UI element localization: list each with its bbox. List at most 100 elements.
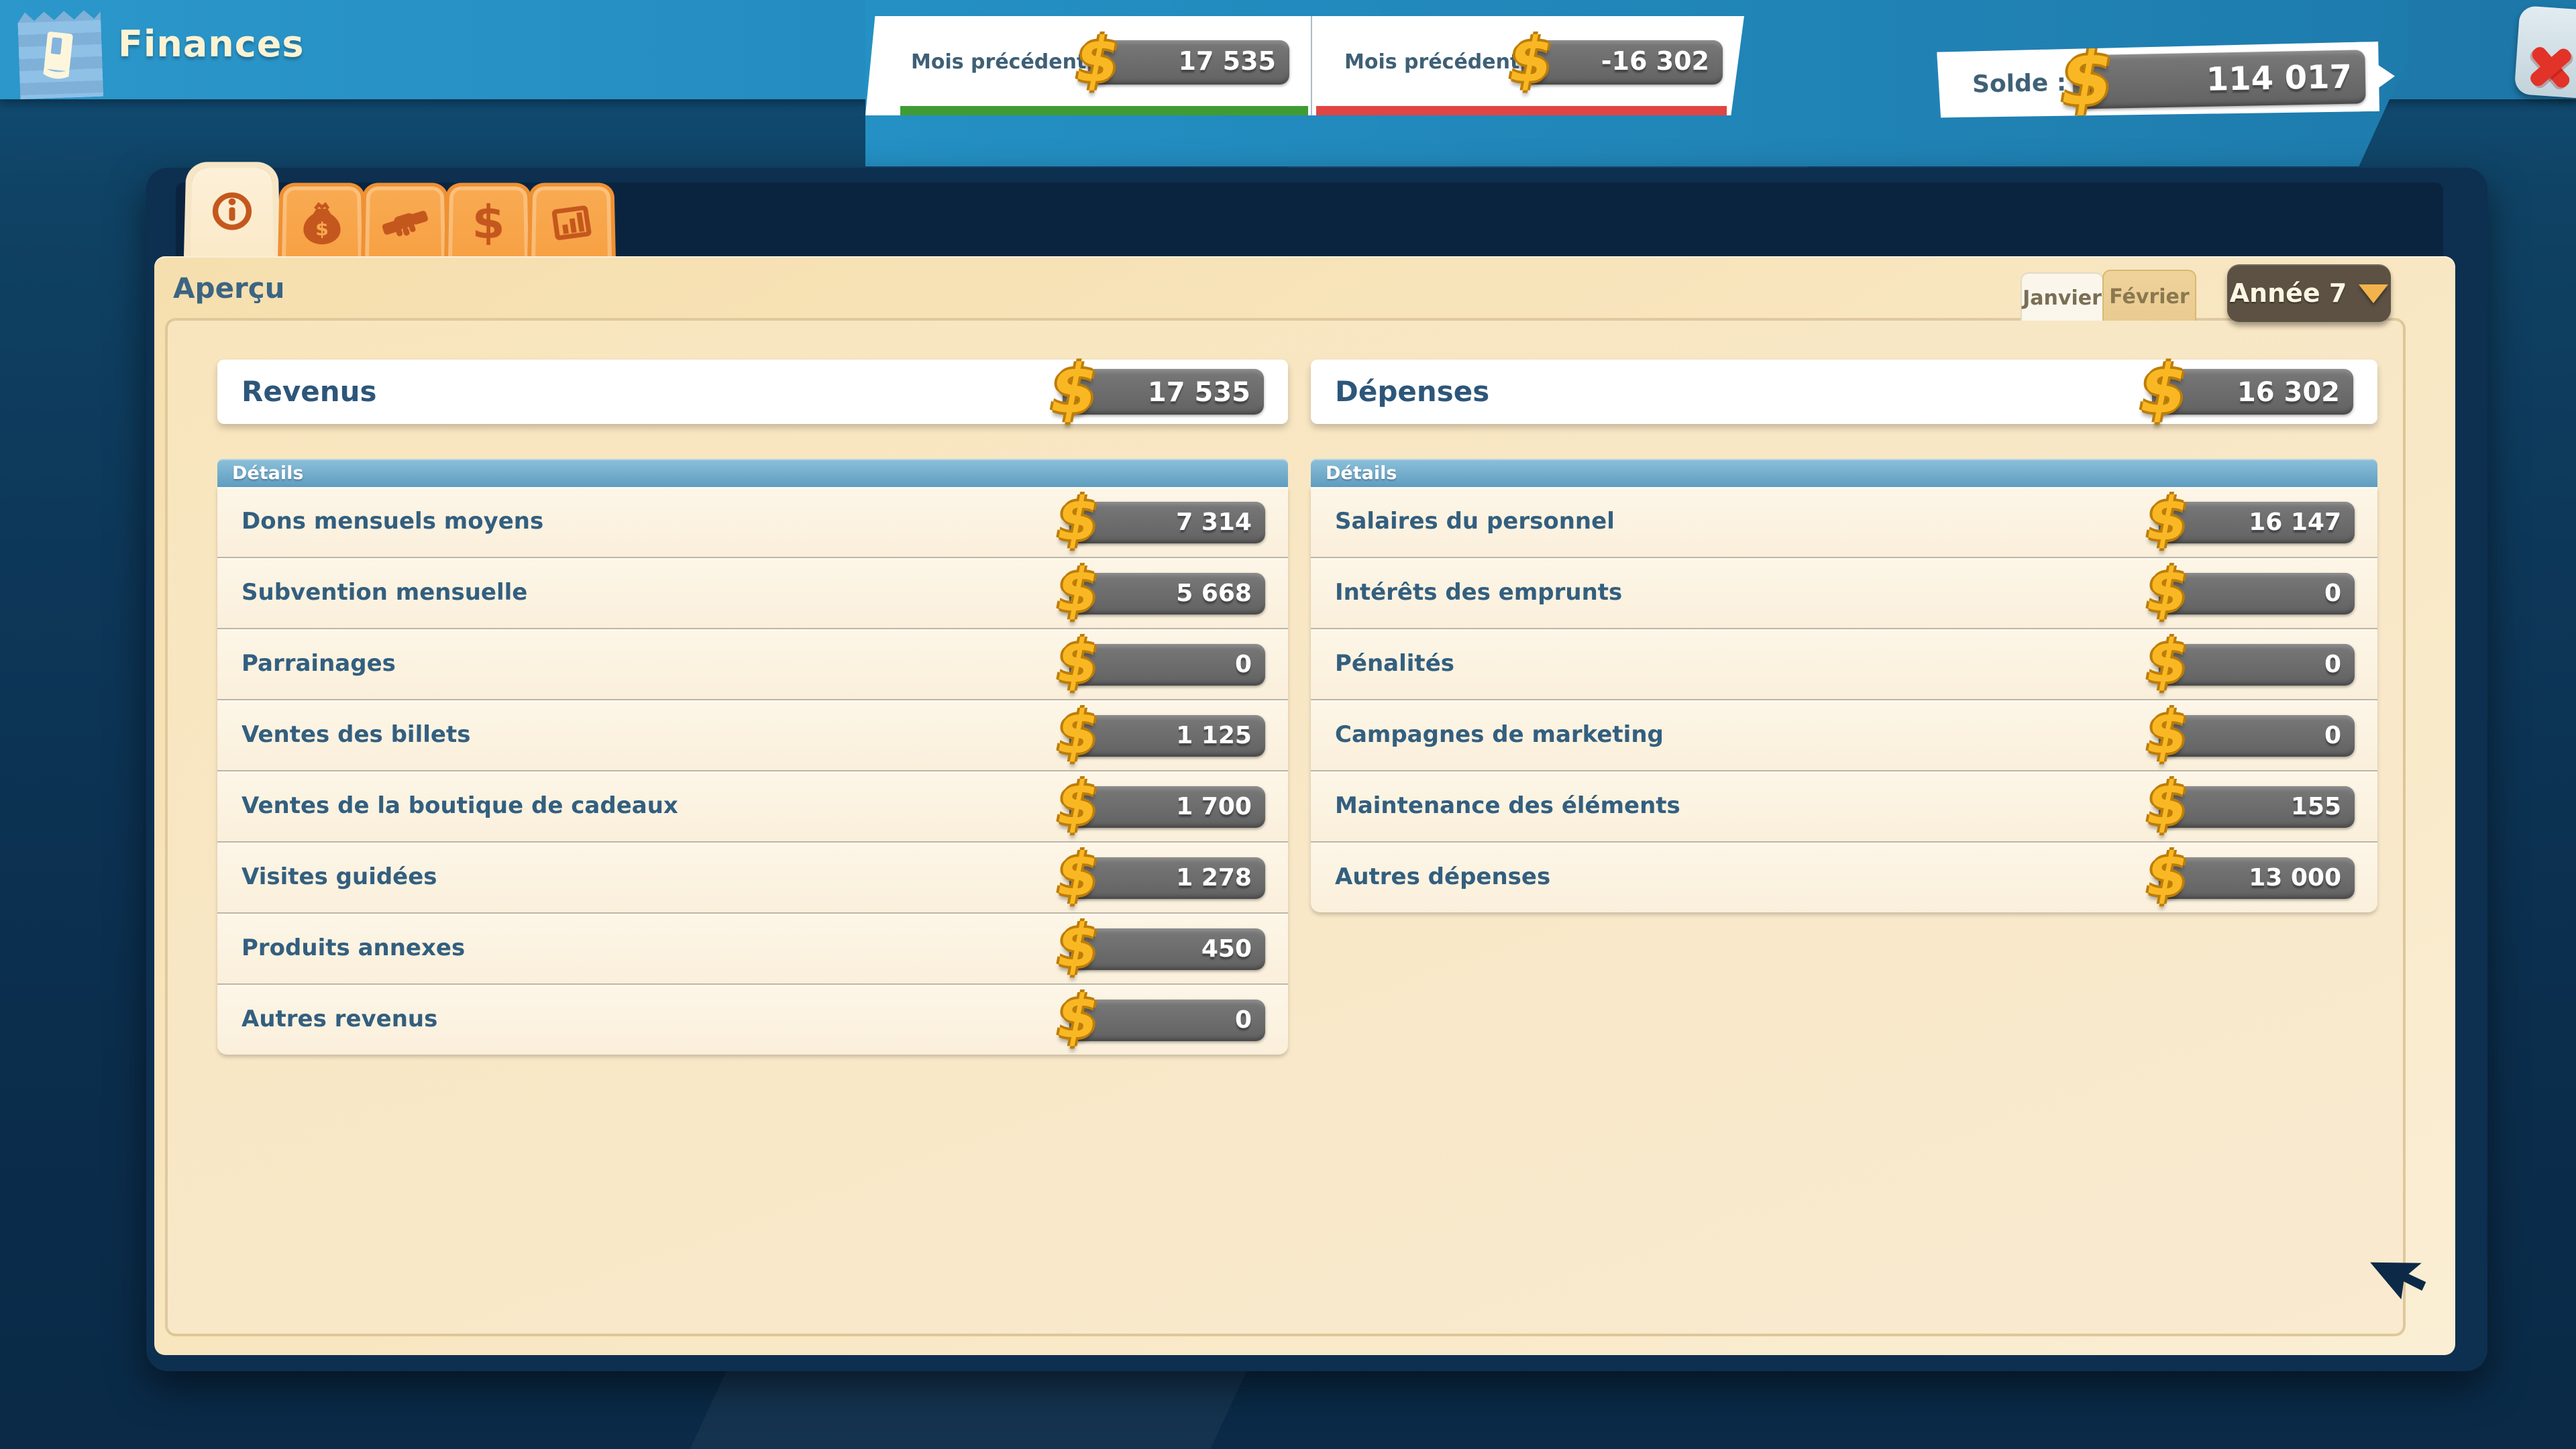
- row-amount-badge: $450: [1069, 928, 1265, 969]
- page-title: Finances: [118, 24, 305, 66]
- row-amount-badge: $0: [2159, 714, 2355, 756]
- panel-title: Aperçu: [173, 272, 285, 305]
- tab-charts[interactable]: [527, 183, 616, 260]
- finance-row: Parrainages $0: [217, 629, 1288, 700]
- finance-row: Pénalités $0: [1311, 629, 2377, 700]
- previous-month-expense-badge: $ -16 302: [1521, 40, 1723, 84]
- finance-row: Subvention mensuelle $5 668: [217, 558, 1288, 629]
- tab-income[interactable]: $: [278, 183, 366, 260]
- dollar-icon: $: [1057, 557, 1098, 625]
- previous-month-income: Mois précédent $ 17 535: [865, 16, 1311, 115]
- revenues-details-header: Détails: [217, 459, 1288, 487]
- finance-row: Visites guidées $1 278: [217, 843, 1288, 914]
- finance-row: Maintenance des éléments $155: [1311, 771, 2377, 843]
- finance-row: Intérêts des emprunts $0: [1311, 558, 2377, 629]
- row-amount-badge: $0: [2159, 572, 2355, 614]
- dollar-icon: $: [2147, 699, 2188, 767]
- balance-label: Solde :: [1972, 68, 2074, 99]
- row-amount-badge: $16 147: [2159, 501, 2355, 543]
- finance-row: Campagnes de marketing $0: [1311, 700, 2377, 771]
- dollar-icon: $: [2147, 770, 2188, 839]
- finance-row: Dons mensuels moyens $7 314: [217, 487, 1288, 558]
- dollar-icon: $: [1057, 983, 1098, 1052]
- dollar-icon: $: [1057, 628, 1098, 696]
- tab-loans[interactable]: $: [444, 183, 533, 260]
- row-amount-badge: $1 278: [1069, 857, 1265, 898]
- row-label: Salaires du personnel: [1335, 508, 1615, 535]
- year-selector-label: Année 7: [2230, 278, 2347, 308]
- finance-row: Salaires du personnel $16 147: [1311, 487, 2377, 558]
- row-label: Campagnes de marketing: [1335, 722, 1664, 749]
- finance-row: Ventes des billets $1 125: [217, 700, 1288, 771]
- dollar-icon: $: [2147, 628, 2188, 696]
- chevron-down-icon: [2359, 284, 2388, 303]
- row-label: Parrainages: [241, 651, 396, 678]
- finances-window: Finances Mois précédent $ 17 535 Mois pr…: [0, 0, 2576, 1449]
- finance-row: Produits annexes $450: [217, 914, 1288, 985]
- dollar-icon: $: [1057, 699, 1098, 767]
- dollar-icon: $: [1051, 351, 1097, 429]
- ledger-book-icon: [36, 28, 83, 80]
- tab-overview[interactable]: [191, 168, 274, 256]
- finances-ledger-icon: [17, 8, 104, 99]
- previous-month-banner: Mois précédent $ 17 535 Mois précédent $…: [865, 16, 1744, 115]
- close-button[interactable]: [2514, 5, 2576, 99]
- row-label: Autres revenus: [241, 1006, 437, 1033]
- info-circle-icon: [209, 190, 254, 233]
- balance-banner: Solde : $ 114 017: [1937, 41, 2396, 119]
- close-icon: [2525, 41, 2576, 93]
- handshake-icon: [378, 203, 431, 244]
- row-amount-badge: $7 314: [1069, 501, 1265, 543]
- row-amount-badge: $0: [2159, 643, 2355, 685]
- dollar-icon: $: [2147, 841, 2188, 910]
- previous-month-income-badge: $ 17 535: [1088, 40, 1289, 84]
- month-tab-janvier[interactable]: Janvier: [2021, 272, 2104, 321]
- row-label: Pénalités: [1335, 651, 1454, 678]
- finance-row: Autres revenus $0: [217, 985, 1288, 1055]
- month-tab-fevrier[interactable]: Février: [2102, 270, 2196, 321]
- row-label: Visites guidées: [241, 864, 437, 891]
- revenues-card: Revenus $ 17 535: [217, 360, 1288, 424]
- expenses-details-header: Détails: [1311, 459, 2377, 487]
- row-amount-badge: $5 668: [1069, 572, 1265, 614]
- row-amount-badge: $13 000: [2159, 857, 2355, 898]
- row-amount-badge: $0: [1069, 999, 1265, 1040]
- money-bag-icon: $: [299, 201, 344, 244]
- finance-row: Ventes de la boutique de cadeaux $1 700: [217, 771, 1288, 843]
- row-amount-badge: $0: [1069, 643, 1265, 685]
- dollar-icon: $: [472, 197, 505, 250]
- dollar-icon: $: [1509, 23, 1552, 96]
- dollar-icon: $: [1057, 487, 1098, 554]
- balance-badge: $ 114 017: [2072, 50, 2365, 109]
- dollar-icon: $: [1057, 770, 1098, 839]
- expenses-card: Dépenses $ 16 302: [1311, 360, 2377, 424]
- previous-month-expense: Mois précédent $ -16 302: [1311, 16, 1744, 115]
- dollar-icon: $: [2147, 487, 2188, 554]
- row-label: Maintenance des éléments: [1335, 793, 1680, 820]
- revenues-total-badge: $ 17 535: [1063, 369, 1264, 415]
- balance-value: 114 017: [2072, 58, 2365, 101]
- previous-month-expense-label: Mois précédent: [1344, 51, 1521, 72]
- revenues-list: Dons mensuels moyens $7 314 Subvention men…: [217, 487, 1288, 1055]
- row-label: Autres dépenses: [1335, 864, 1550, 891]
- row-label: Dons mensuels moyens: [241, 508, 543, 535]
- row-label: Ventes de la boutique de cadeaux: [241, 793, 678, 820]
- expenses-list: Salaires du personnel $16 147 Intérêts des…: [1311, 487, 2377, 912]
- revenues-title: Revenus: [241, 376, 377, 408]
- expense-underline: [1316, 106, 1727, 115]
- dollar-icon: $: [2140, 351, 2187, 429]
- year-selector-dropdown[interactable]: Année 7: [2227, 264, 2391, 322]
- row-amount-badge: $1 125: [1069, 714, 1265, 756]
- row-label: Intérêts des emprunts: [1335, 580, 1622, 606]
- dollar-icon: $: [1076, 23, 1119, 96]
- row-label: Subvention mensuelle: [241, 580, 527, 606]
- bar-chart-icon: [547, 203, 595, 244]
- row-amount-badge: $1 700: [1069, 786, 1265, 827]
- row-label: Ventes des billets: [241, 722, 470, 749]
- dollar-icon: $: [1057, 912, 1098, 981]
- previous-month-income-label: Mois précédent: [911, 51, 1088, 72]
- expenses-total-badge: $ 16 302: [2152, 369, 2353, 415]
- row-amount-badge: $155: [2159, 786, 2355, 827]
- row-label: Produits annexes: [241, 935, 465, 962]
- tab-contracts[interactable]: [361, 183, 449, 260]
